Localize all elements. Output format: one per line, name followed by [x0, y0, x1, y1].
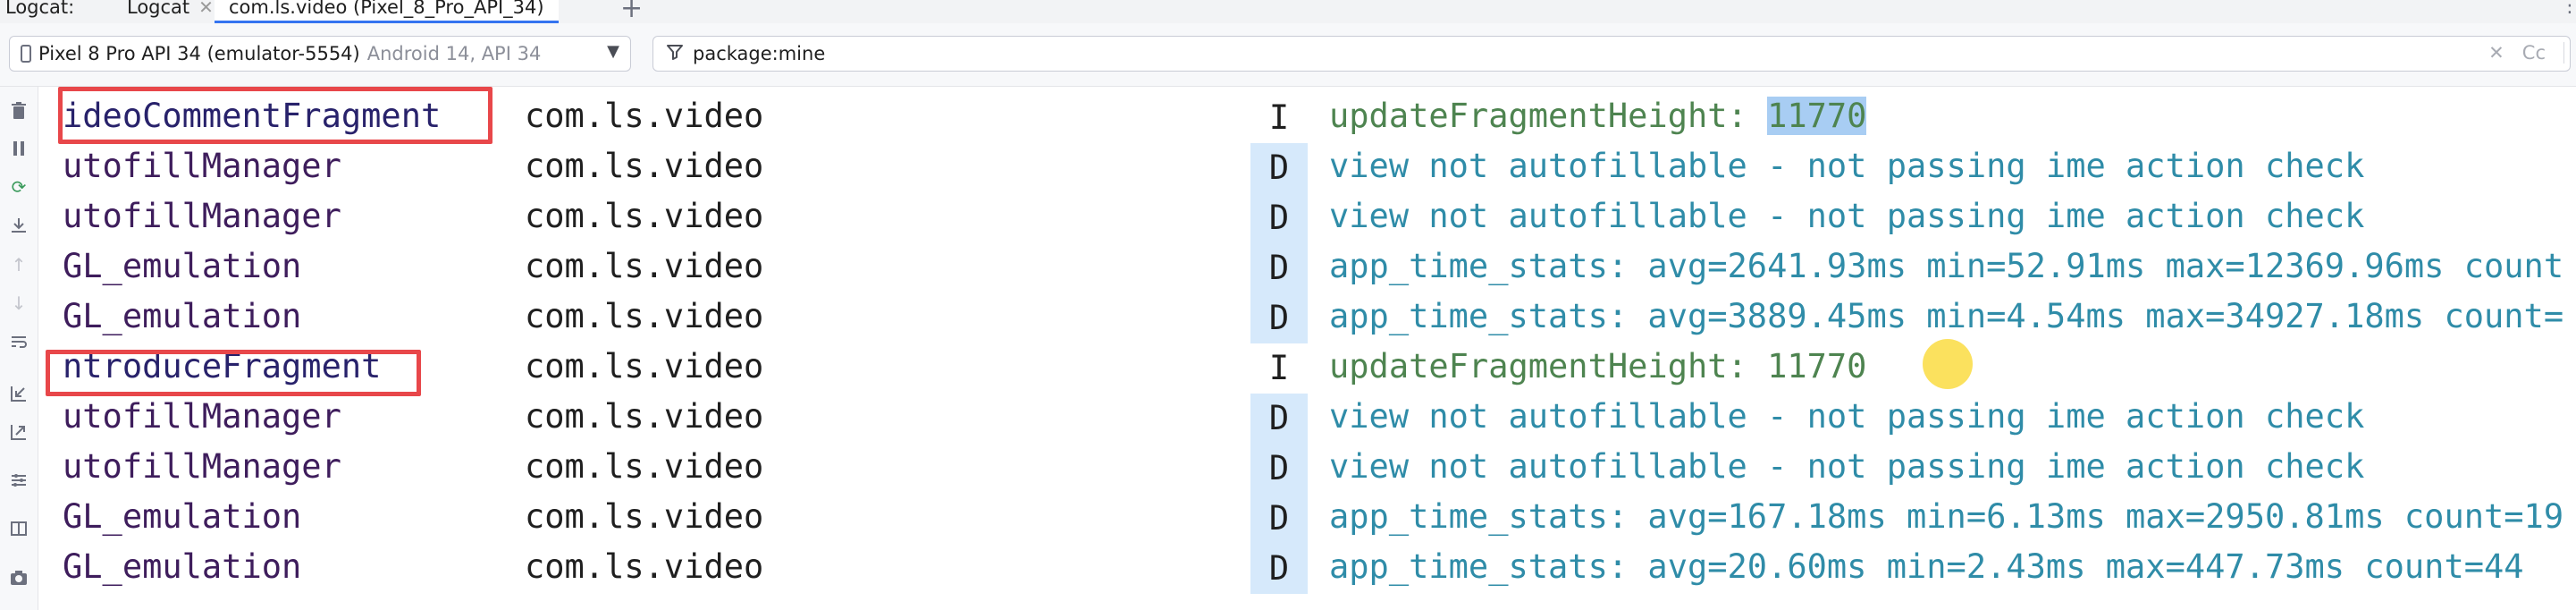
divider	[2563, 42, 2564, 64]
match-case-toggle[interactable]: Cc	[2522, 42, 2546, 64]
up-arrow-icon[interactable]: ↑	[7, 253, 30, 276]
filter-query: package:mine	[693, 43, 826, 64]
log-message: app_time_stats: avg=2641.93ms min=52.91m…	[1329, 247, 2564, 285]
more-options-icon[interactable]: ⋮	[2560, 0, 2576, 17]
add-tab-icon[interactable]: +	[620, 0, 643, 24]
tab-label: com.ls.video (Pixel_8_Pro_API_34)	[229, 0, 544, 18]
log-message: view not autofillable - not passing ime …	[1329, 147, 2365, 185]
log-level: I	[1250, 93, 1308, 143]
clear-filter-icon[interactable]: ✕	[2488, 42, 2504, 64]
log-row[interactable]: GL_emulation com.ls.video D app_time_sta…	[38, 243, 2576, 293]
phone-icon	[21, 45, 31, 63]
log-row[interactable]: GL_emulation com.ls.video D app_time_sta…	[38, 293, 2576, 343]
log-message: updateFragmentHeight: 11770	[1329, 347, 1867, 385]
log-level: D	[1250, 243, 1308, 293]
log-message-prefix: updateFragmentHeight:	[1329, 97, 1768, 135]
import-icon[interactable]	[7, 382, 30, 405]
tab-logcat[interactable]: Logcat ✕	[127, 0, 214, 23]
log-package: com.ls.video	[525, 447, 764, 486]
log-message: app_time_stats: avg=3889.45ms min=4.54ms…	[1329, 297, 2564, 335]
log-level: D	[1250, 394, 1308, 444]
tab-com-ls-video[interactable]: com.ls.video (Pixel_8_Pro_API_34)	[215, 0, 559, 23]
log-tag: utofillManager	[63, 447, 341, 486]
logcat-side-toolbar: ⟳ ↑ ↓	[0, 87, 38, 610]
log-row[interactable]: utofillManager com.ls.video D view not a…	[38, 193, 2576, 243]
screenshot-icon[interactable]	[7, 566, 30, 589]
log-package: com.ls.video	[525, 97, 764, 135]
filter-bar: Pixel 8 Pro API 34 (emulator-5554) Andro…	[0, 23, 2576, 87]
log-package: com.ls.video	[525, 247, 764, 285]
log-tag: GL_emulation	[63, 547, 302, 586]
log-tag: GL_emulation	[63, 297, 302, 335]
log-level: D	[1250, 444, 1308, 494]
click-indicator	[1923, 339, 1973, 389]
split-panels-icon[interactable]	[7, 517, 30, 540]
log-tag: utofillManager	[63, 397, 341, 436]
log-view[interactable]: ideoCommentFragment com.ls.video I updat…	[38, 87, 2576, 610]
log-package: com.ls.video	[525, 297, 764, 335]
log-package: com.ls.video	[525, 347, 764, 385]
logcat-filter-input[interactable]: package:mine ✕ Cc	[652, 36, 2571, 72]
filter-icon	[666, 43, 684, 65]
log-level: D	[1250, 193, 1308, 243]
log-package: com.ls.video	[525, 147, 764, 185]
restart-icon[interactable]: ⟳	[7, 175, 30, 199]
log-level: D	[1250, 494, 1308, 544]
pause-icon[interactable]	[7, 137, 30, 160]
soft-wrap-icon[interactable]	[7, 330, 30, 353]
log-package: com.ls.video	[525, 397, 764, 436]
log-tag: GL_emulation	[63, 247, 302, 285]
tool-window-title: Logcat:	[5, 0, 75, 18]
filter-tools: ✕ Cc	[2488, 42, 2564, 64]
log-message: view not autofillable - not passing ime …	[1329, 197, 2365, 235]
selected-text: 11770	[1767, 97, 1867, 135]
highlight-box	[58, 87, 492, 144]
down-arrow-icon[interactable]: ↓	[7, 292, 30, 315]
trash-icon[interactable]	[7, 99, 30, 123]
log-level: D	[1250, 293, 1308, 343]
scroll-to-end-icon[interactable]	[7, 214, 30, 237]
log-level: I	[1250, 343, 1308, 394]
log-message: view not autofillable - not passing ime …	[1329, 397, 2365, 436]
device-selector[interactable]: Pixel 8 Pro API 34 (emulator-5554) Andro…	[9, 36, 631, 72]
log-tag: utofillManager	[63, 147, 341, 185]
log-level: D	[1250, 143, 1308, 193]
tool-window-tabbar: Logcat: Logcat ✕ com.ls.video (Pixel_8_P…	[0, 0, 2576, 24]
logcat-window: Logcat: Logcat ✕ com.ls.video (Pixel_8_P…	[0, 0, 2576, 610]
tab-label: Logcat	[127, 0, 190, 18]
log-message: updateFragmentHeight: 11770	[1329, 97, 1867, 135]
log-message: app_time_stats: avg=20.60ms min=2.43ms m…	[1329, 547, 2524, 586]
log-row[interactable]: GL_emulation com.ls.video D app_time_sta…	[38, 544, 2576, 594]
log-row[interactable]: utofillManager com.ls.video D view not a…	[38, 143, 2576, 193]
chevron-down-icon: ▼	[607, 42, 619, 61]
export-icon[interactable]	[7, 420, 30, 444]
highlight-box	[46, 350, 421, 396]
log-package: com.ls.video	[525, 497, 764, 536]
log-package: com.ls.video	[525, 547, 764, 586]
log-tag: utofillManager	[63, 197, 341, 235]
log-tag: GL_emulation	[63, 497, 302, 536]
settings-icon[interactable]	[7, 469, 30, 492]
device-api: Android 14, API 34	[366, 43, 542, 64]
device-name: Pixel 8 Pro API 34 (emulator-5554)	[38, 43, 360, 64]
log-package: com.ls.video	[525, 197, 764, 235]
log-level: D	[1250, 544, 1308, 594]
log-row[interactable]: utofillManager com.ls.video D view not a…	[38, 444, 2576, 494]
log-message: view not autofillable - not passing ime …	[1329, 447, 2365, 486]
log-row[interactable]: utofillManager com.ls.video D view not a…	[38, 394, 2576, 444]
log-message: app_time_stats: avg=167.18ms min=6.13ms …	[1329, 497, 2564, 536]
close-icon[interactable]: ✕	[198, 0, 214, 18]
log-row[interactable]: GL_emulation com.ls.video D app_time_sta…	[38, 494, 2576, 544]
